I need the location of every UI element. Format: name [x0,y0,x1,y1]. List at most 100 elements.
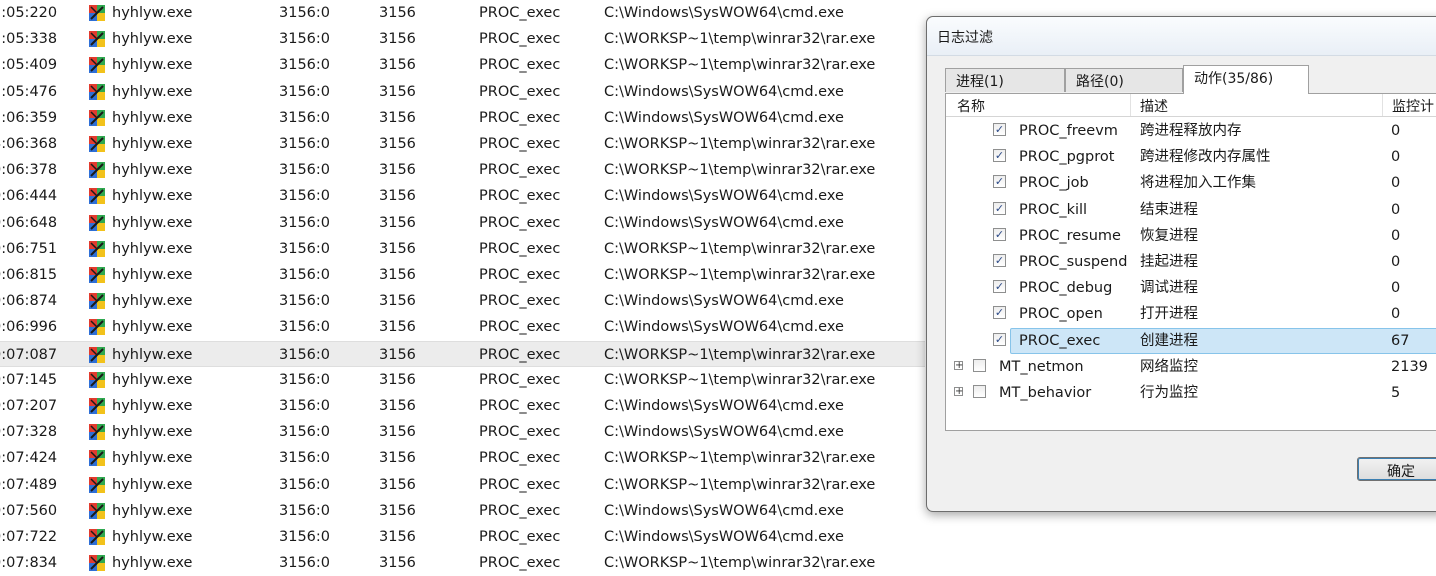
log-pid: 3156 [379,398,416,414]
log-operation: PROC_exec [479,346,561,363]
checkbox[interactable]: ✓ [993,175,1006,189]
log-pid-thread: 3156:0 [279,293,331,310]
checkbox[interactable]: ✓ [993,254,1006,267]
log-path: C:\WORKSP~1\temp\winrar32\rar.exe [604,162,876,179]
log-row[interactable]: 7:06:359 hyhlyw.exe 3156:0 3156 PROC_exec C:\… [0,105,925,131]
log-pid: 3156 [379,109,416,126]
log-time: 0:07:489 [0,476,58,493]
action-list[interactable]: 名称 描述 监控计 ✓ PROC_freevm 跨进程释放内存 0 ✓ PROC_pgpr… [945,93,1436,431]
log-path: C:\Windows\SysWOW64\cmd.exe [604,293,844,310]
log-process-name: hyhlyw.exe [112,476,193,493]
log-time: 0:07:560 [0,502,58,519]
item-count: 0 [1391,227,1401,244]
checkbox[interactable] [973,385,986,398]
item-description: 恢复进程 [1140,227,1198,244]
log-row[interactable]: 0:07:834 hyhlyw.exe 3156:0 3156 PROC_exec C:\… [0,550,925,576]
list-item[interactable]: ✓ PROC_suspend 挂起进程 0 [946,249,1436,275]
checkbox[interactable]: ✓ [993,227,1006,241]
log-row[interactable]: 0:06:444 hyhlyw.exe 3156:0 3156 PROC_exec C:\… [0,183,925,209]
log-row[interactable]: 0:07:087 hyhlyw.exe 3156:0 3156 PROC_exec C:\… [0,340,925,367]
log-path: C:\Windows\SysWOW64\cmd.exe [604,424,844,441]
log-pid: 3156 [379,214,416,231]
dialog-titlebar[interactable]: 日志过滤 [927,17,1436,56]
log-row[interactable]: 7:05:409 hyhlyw.exe 3156:0 3156 PROC_exec C:\… [0,52,925,78]
log-pid-thread: 3156:0 [279,398,331,414]
log-pid-thread: 3156:0 [279,424,331,441]
list-item[interactable]: ✓ PROC_freevm 跨进程释放内存 0 [946,118,1436,144]
column-header-name[interactable]: 名称 [957,96,985,116]
plus-expand-icon[interactable]: + [954,387,963,397]
log-pid: 3156 [379,240,416,257]
log-process-name: hyhlyw.exe [112,502,193,519]
log-row[interactable]: 0:06:815 hyhlyw.exe 3156:0 3156 PROC_exec C:\… [0,262,925,288]
list-item[interactable]: ✓ PROC_resume 恢复进程 0 [946,223,1436,249]
log-row[interactable]: 7:05:338 hyhlyw.exe 3156:0 3156 PROC_exec C:\… [0,26,925,52]
list-item[interactable]: ✓ PROC_exec 创建进程 67 [946,327,1436,354]
log-process-name: hyhlyw.exe [112,424,193,441]
ok-button[interactable]: 确定 [1357,457,1436,481]
log-pid: 3156 [379,5,416,21]
log-pid-thread: 3156:0 [279,502,331,519]
log-row[interactable]: 0:06:648 hyhlyw.exe 3156:0 3156 PROC_exec C:\… [0,210,925,236]
log-time: 7:05:220 [0,5,58,21]
log-time: 7:05:338 [0,31,58,48]
list-item[interactable]: ✓ PROC_pgprot 跨进程修改内存属性 0 [946,144,1436,170]
checkbox[interactable]: ✓ [993,306,1006,320]
log-pid-thread: 3156:0 [279,57,331,74]
log-row[interactable]: 0:06:378 hyhlyw.exe 3156:0 3156 PROC_exec C:\… [0,157,925,183]
log-row[interactable]: 8:06:368 hyhlyw.exe 3156:0 3156 PROC_exec C:\… [0,131,925,157]
log-time: 7:06:359 [0,109,58,126]
log-row[interactable]: 0:07:424 hyhlyw.exe 3156:0 3156 PROC_exec C:\… [0,445,925,471]
log-row[interactable]: 7:05:220 hyhlyw.exe 3156:0 3156 PROC_exec C:\… [0,0,925,26]
log-process-name: hyhlyw.exe [112,57,193,74]
checkbox[interactable]: ✓ [993,149,1006,163]
log-process-name: hyhlyw.exe [112,450,193,467]
log-row[interactable]: 0:07:560 hyhlyw.exe 3156:0 3156 PROC_exec C:\… [0,498,925,524]
checkbox[interactable]: ✓ [993,332,1006,346]
log-row[interactable]: 0:06:874 hyhlyw.exe 3156:0 3156 PROC_exec C:\… [0,288,925,314]
log-row[interactable]: 0:07:145 hyhlyw.exe 3156:0 3156 PROC_exec C:\… [0,367,925,393]
checkbox[interactable]: ✓ [993,201,1006,215]
log-path: C:\Windows\SysWOW64\cmd.exe [604,529,844,545]
list-item[interactable]: + MT_netmon 网络监控 2139 [946,354,1436,380]
log-row[interactable]: 0:07:489 hyhlyw.exe 3156:0 3156 PROC_exec C:\… [0,472,925,498]
checkbox[interactable] [973,358,986,372]
list-item[interactable]: ✓ PROC_job 将进程加入工作集 0 [946,170,1436,196]
log-process-name: hyhlyw.exe [112,346,193,363]
list-item[interactable]: ✓ PROC_open 打开进程 0 [946,301,1436,327]
list-item[interactable]: ✓ PROC_debug 调试进程 0 [946,275,1436,301]
log-path: C:\WORKSP~1\temp\winrar32\rar.exe [604,476,876,493]
log-operation: PROC_exec [479,267,561,283]
log-row[interactable]: 7:05:476 hyhlyw.exe 3156:0 3156 PROC_exec C:\… [0,79,925,105]
tab-path[interactable]: 路径(0) [1065,68,1183,92]
checkbox[interactable]: ✓ [993,123,1006,136]
list-item[interactable]: ✓ PROC_kill 结束进程 0 [946,197,1436,223]
log-time: 0:07:424 [0,450,58,467]
item-name: MT_netmon [999,358,1084,375]
log-time: 7:05:409 [0,57,58,74]
log-row[interactable]: 0:07:722 hyhlyw.exe 3156:0 3156 PROC_exec C:\… [0,524,925,550]
log-process-name: hyhlyw.exe [112,267,193,283]
log-row[interactable]: 0:06:996 hyhlyw.exe 3156:0 3156 PROC_exec C:\… [0,314,925,340]
column-header-desc[interactable]: 描述 [1140,96,1168,116]
log-pid-thread: 3156:0 [279,5,331,21]
log-row[interactable]: 0:07:328 hyhlyw.exe 3156:0 3156 PROC_exec C:\… [0,419,925,445]
checkbox[interactable]: ✓ [993,280,1006,294]
log-row[interactable]: 0:07:207 hyhlyw.exe 3156:0 3156 PROC_exec C:\… [0,393,925,419]
column-header-count[interactable]: 监控计 [1392,96,1434,116]
log-time: 0:07:722 [0,529,58,545]
log-list[interactable]: 7:05:220 hyhlyw.exe 3156:0 3156 PROC_exec C:\… [0,0,925,572]
item-count: 67 [1391,332,1410,349]
log-path: C:\WORKSP~1\temp\winrar32\rar.exe [604,450,876,467]
log-operation: PROC_exec [479,31,561,48]
tab-process[interactable]: 进程(1) [945,68,1065,92]
log-row[interactable]: 0:06:751 hyhlyw.exe 3156:0 3156 PROC_exec C:\… [0,236,925,262]
log-time: 8:06:368 [0,136,58,152]
plus-expand-icon[interactable]: + [954,360,963,370]
tab-action[interactable]: 动作(35/86) [1183,65,1309,94]
log-pid: 3156 [379,162,416,179]
list-item[interactable]: + MT_behavior 行为监控 5 [946,380,1436,406]
item-description: 跨进程释放内存 [1140,123,1242,139]
item-description: 跨进程修改内存属性 [1140,149,1271,166]
log-pid: 3156 [379,371,416,388]
